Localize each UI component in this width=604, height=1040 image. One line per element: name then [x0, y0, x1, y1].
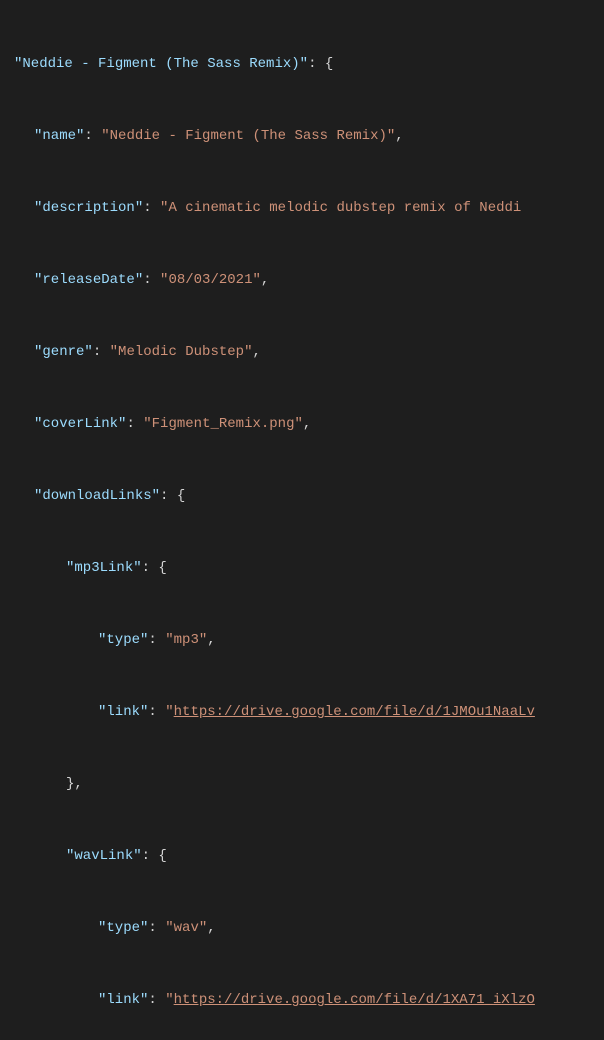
code-line: "Neddie - Figment (The Sass Remix)": {	[0, 52, 604, 76]
code-line: "link": "https://drive.google.com/file/d…	[0, 700, 604, 724]
code-line: "wavLink": {	[0, 844, 604, 868]
code-line: "description": "A cinematic melodic dubs…	[0, 196, 604, 220]
code-line: "link": "https://drive.google.com/file/d…	[0, 988, 604, 1012]
code-line: "type": "mp3",	[0, 628, 604, 652]
url-link[interactable]: https://drive.google.com/file/d/1XA71_iX…	[174, 992, 535, 1008]
code-editor[interactable]: "Neddie - Figment (The Sass Remix)": { "…	[0, 0, 604, 1040]
code-line: "name": "Neddie - Figment (The Sass Remi…	[0, 124, 604, 148]
code-line: "genre": "Melodic Dubstep",	[0, 340, 604, 364]
url-link[interactable]: https://drive.google.com/file/d/1JMOu1Na…	[174, 704, 535, 720]
code-line: "downloadLinks": {	[0, 484, 604, 508]
code-line: "type": "wav",	[0, 916, 604, 940]
code-line: },	[0, 772, 604, 796]
code-line: "coverLink": "Figment_Remix.png",	[0, 412, 604, 436]
code-line: "mp3Link": {	[0, 556, 604, 580]
code-line: "releaseDate": "08/03/2021",	[0, 268, 604, 292]
